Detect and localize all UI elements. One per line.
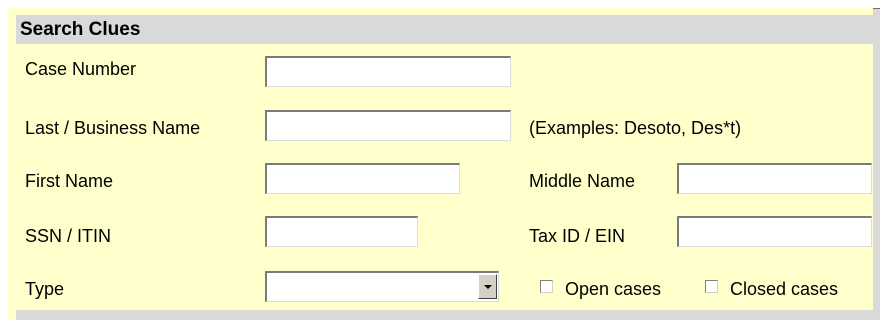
open-cases-checkbox[interactable]	[540, 280, 553, 293]
tax-id-ein-label: Tax ID / EIN	[529, 226, 626, 246]
middle-name-label: Middle Name	[529, 171, 636, 191]
case-number-label: Case Number	[25, 59, 137, 79]
ssn-itin-label: SSN / ITIN	[25, 226, 112, 246]
closed-cases-label: Closed cases	[730, 279, 839, 299]
type-label: Type	[25, 279, 65, 299]
last-business-name-input[interactable]	[265, 110, 511, 141]
first-name-label: First Name	[25, 171, 114, 191]
section-title: Search Clues	[16, 15, 875, 44]
type-dropdown-button[interactable]	[478, 274, 497, 299]
chevron-down-icon	[484, 285, 492, 289]
case-number-input[interactable]	[265, 56, 511, 87]
ssn-itin-input[interactable]	[265, 216, 418, 247]
type-select[interactable]	[265, 271, 499, 302]
open-cases-label: Open cases	[565, 279, 662, 299]
name-examples-hint: (Examples: Desoto, Des*t)	[529, 118, 742, 138]
middle-name-input[interactable]	[677, 163, 872, 194]
first-name-input[interactable]	[265, 163, 460, 194]
panel-bottom-border	[16, 310, 875, 320]
closed-cases-checkbox[interactable]	[705, 280, 718, 293]
tax-id-ein-input[interactable]	[677, 216, 872, 247]
last-business-name-label: Last / Business Name	[25, 118, 201, 138]
